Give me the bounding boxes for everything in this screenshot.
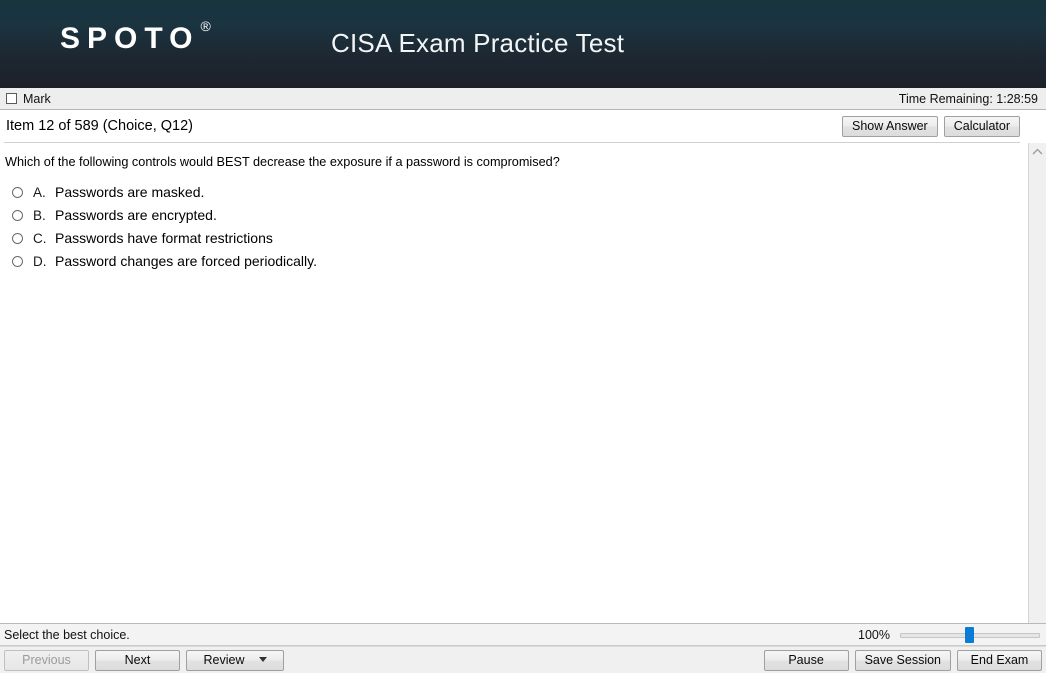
previous-button[interactable]: Previous (4, 649, 89, 671)
radio-button-d[interactable] (12, 256, 23, 267)
answer-option-a[interactable]: A. Passwords are masked. (4, 181, 1016, 204)
option-text-a: Passwords are masked. (55, 184, 205, 200)
exam-app-window: SPOTO® CISA Exam Practice Test Mark Time… (0, 0, 1046, 673)
option-text-b: Passwords are encrypted. (55, 207, 217, 223)
status-bar: Select the best choice. 100% (0, 623, 1046, 646)
option-letter-c: C. (33, 231, 47, 246)
radio-button-c[interactable] (12, 233, 23, 244)
option-letter-a: A. (33, 185, 46, 200)
item-counter: Item 12 of 589 (Choice, Q12) (6, 118, 193, 134)
show-answer-button[interactable]: Show Answer (841, 115, 938, 137)
answer-option-c[interactable]: C. Passwords have format restrictions (4, 227, 1016, 250)
option-text-d: Password changes are forced periodically… (55, 253, 317, 269)
vertical-scrollbar[interactable] (1028, 143, 1046, 623)
mark-checkbox[interactable] (6, 93, 17, 104)
page-title: CISA Exam Practice Test (331, 28, 625, 58)
zoom-slider-thumb[interactable] (965, 626, 974, 643)
radio-button-b[interactable] (12, 210, 23, 221)
save-session-button[interactable]: Save Session (854, 649, 951, 671)
question-body-wrap: Which of the following controls would BE… (0, 143, 1046, 623)
review-label: Review (203, 652, 245, 667)
spoto-logo: SPOTO® (60, 19, 211, 55)
answer-option-d[interactable]: D. Password changes are forced periodica… (4, 250, 1016, 273)
option-text-c: Passwords have format restrictions (55, 230, 273, 246)
chevron-down-icon (258, 657, 267, 662)
item-header-bar: Item 12 of 589 (Choice, Q12) Show Answer… (0, 110, 1046, 142)
review-dropdown-button[interactable]: Review (186, 649, 284, 671)
mark-bar: Mark Time Remaining: 1:28:59 (0, 88, 1046, 110)
calculator-button[interactable]: Calculator (943, 115, 1020, 137)
next-button[interactable]: Next (95, 649, 180, 671)
item-actions: Show Answer Calculator (841, 115, 1020, 137)
navigation-buttons: Previous Next Review (4, 649, 284, 671)
question-stem: Which of the following controls would BE… (5, 155, 560, 169)
pause-button[interactable]: Pause (763, 649, 849, 671)
time-remaining: Time Remaining: 1:28:59 (898, 91, 1038, 106)
mark-label: Mark (23, 91, 51, 106)
session-buttons: Pause Save Session End Exam (763, 649, 1042, 671)
answer-options-list: A. Passwords are masked. B. Passwords ar… (4, 181, 1016, 273)
chevron-up-icon[interactable] (1029, 143, 1046, 160)
answer-option-b[interactable]: B. Passwords are encrypted. (4, 204, 1016, 227)
logo-wordmark: SPOTO (60, 22, 200, 55)
app-header: SPOTO® CISA Exam Practice Test (0, 0, 1046, 88)
option-letter-b: B. (33, 208, 46, 223)
zoom-level-label: 100% (858, 627, 890, 642)
zoom-control: 100% (858, 626, 1040, 643)
radio-button-a[interactable] (12, 187, 23, 198)
registered-trademark-icon: ® (200, 18, 211, 34)
footer-bar: Previous Next Review Pause Save Session … (0, 646, 1046, 673)
end-exam-button[interactable]: End Exam (957, 649, 1042, 671)
zoom-slider[interactable] (900, 626, 1040, 643)
question-content: Which of the following controls would BE… (0, 143, 1028, 623)
mark-toggle[interactable]: Mark (6, 92, 51, 106)
instruction-text: Select the best choice. (4, 627, 130, 642)
option-letter-d: D. (33, 254, 47, 269)
